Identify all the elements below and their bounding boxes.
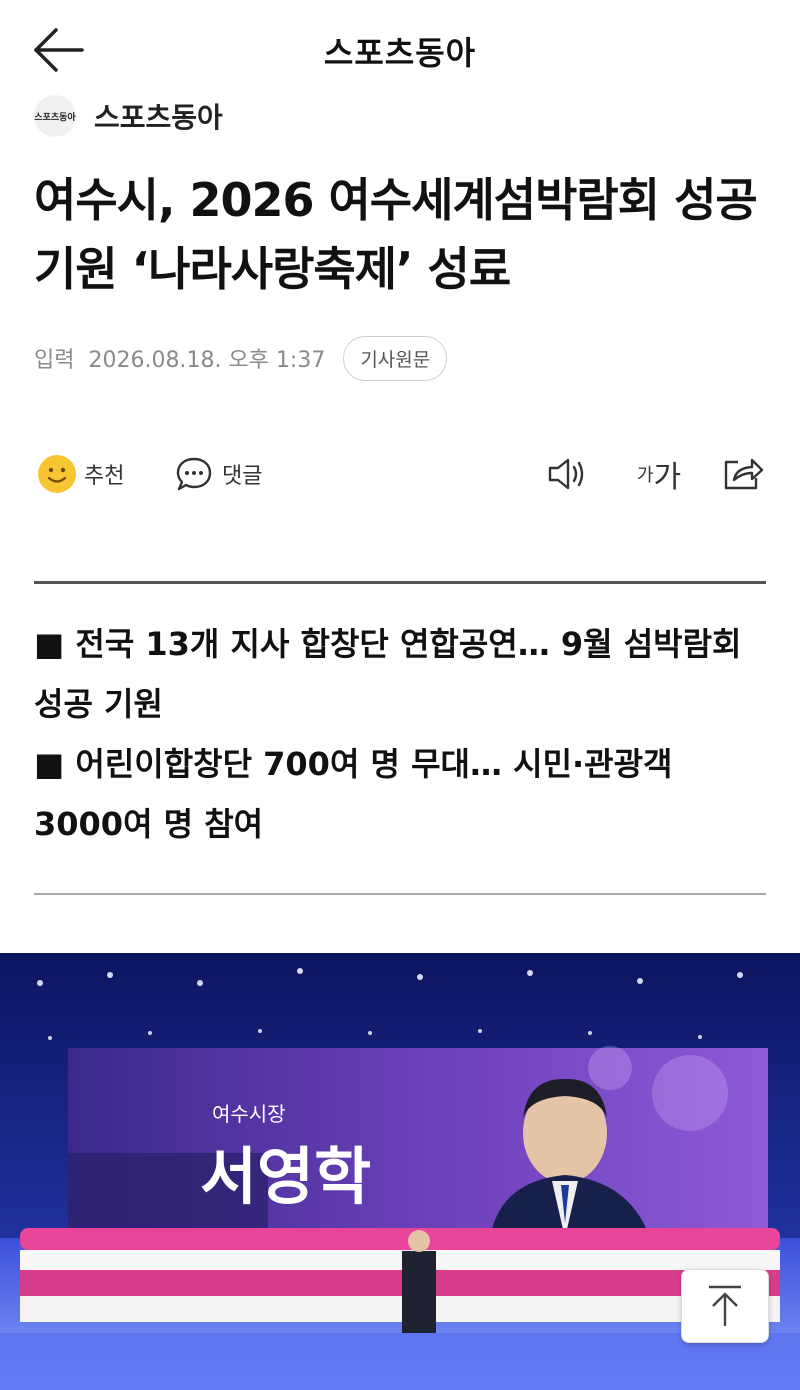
- recommend-label: 추천: [84, 464, 125, 489]
- font-size-big-label: 가: [653, 460, 682, 495]
- comment-label: 댓글: [222, 464, 263, 489]
- screen-subtitle: 여수시장: [212, 1103, 286, 1126]
- font-size-button[interactable]: 가 가: [630, 452, 688, 496]
- share-button[interactable]: [718, 452, 766, 496]
- speaker-icon: [548, 458, 584, 490]
- smile-icon: [38, 455, 76, 493]
- press-source[interactable]: 스포츠동아 스포츠동아: [34, 94, 223, 138]
- comment-button[interactable]: 댓글: [174, 448, 262, 500]
- tts-button[interactable]: [542, 452, 590, 496]
- scroll-top-button[interactable]: [681, 1269, 769, 1343]
- press-logo: 스포츠동아: [34, 95, 76, 137]
- input-label: 입력: [34, 348, 75, 373]
- share-icon: [724, 458, 764, 490]
- press-name[interactable]: 스포츠동아: [94, 96, 223, 136]
- article-photo[interactable]: 여수시장 서영학: [0, 953, 800, 1390]
- article-meta: 입력 2026.08.18. 오후 1:37 기사원문: [34, 335, 448, 381]
- arrow-up-icon: [709, 1285, 741, 1326]
- top-bar: 스포츠동아: [0, 0, 800, 100]
- summary-line-2: ■ 어린이합창단 700여 명 무대… 시민·관광객 3000여 명 참여: [34, 745, 673, 843]
- recommend-button[interactable]: 추천: [38, 448, 124, 500]
- comment-bubble-icon: [176, 457, 212, 491]
- action-bar: 추천 댓글 가 가: [34, 448, 766, 500]
- article-summary: ■ 전국 13개 지사 합창단 연합공연… 9월 섬박람회 성공 기원 ■ 어린…: [34, 614, 766, 854]
- original-article-button[interactable]: 기사원문: [343, 335, 448, 381]
- article-headline: 여수시, 2026 여수세계섬박람회 성공 기원 ‘나라사랑축제’ 성료: [34, 173, 758, 296]
- summary-divider: [34, 893, 766, 895]
- section-divider: [34, 581, 766, 584]
- summary-line-1: ■ 전국 13개 지사 합창단 연합공연… 9월 섬박람회 성공 기원: [34, 625, 742, 723]
- font-size-small-label: 가: [636, 465, 654, 486]
- screen-name: 서영학: [200, 1140, 371, 1213]
- publish-date: 2026.08.18. 오후 1:37: [88, 348, 326, 373]
- app-title: 스포츠동아: [323, 34, 477, 72]
